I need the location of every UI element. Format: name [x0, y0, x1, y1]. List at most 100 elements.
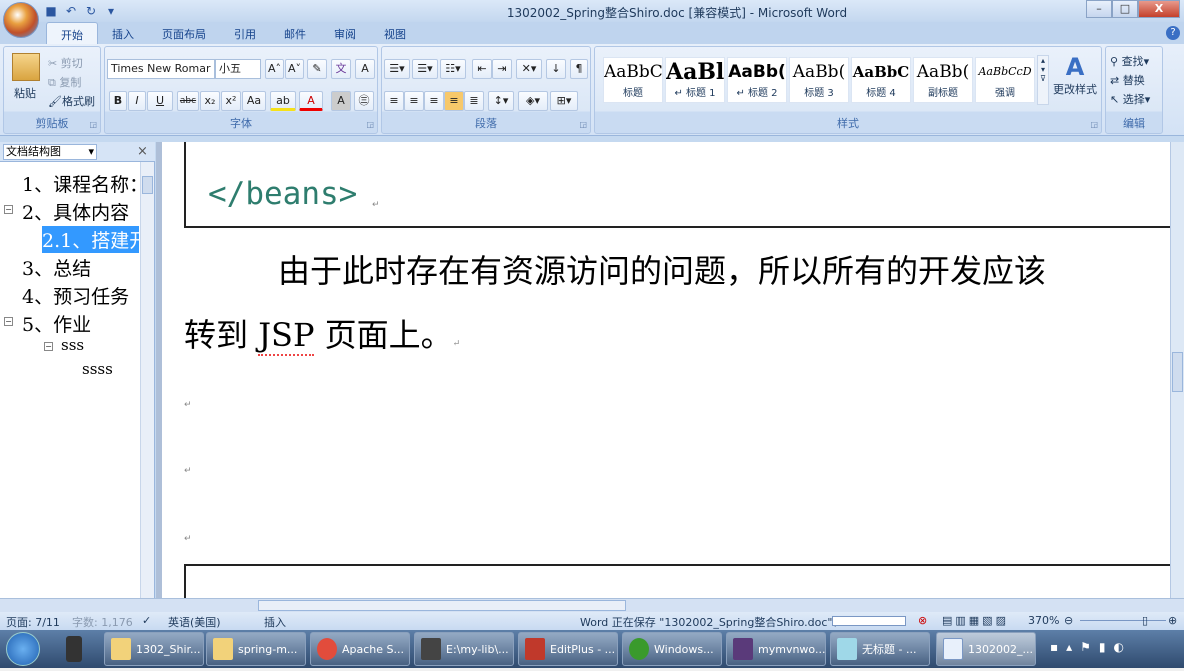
format-painter-button[interactable]: 🖌格式刷	[48, 93, 95, 109]
style-heading-4[interactable]: AaBbC 标题 4	[851, 57, 911, 103]
nav-item[interactable]: sss	[61, 336, 84, 354]
nav-item-selected[interactable]: 2.1、搭建开	[42, 226, 139, 253]
paste-icon[interactable]	[12, 53, 40, 81]
numbering-icon[interactable]: ☰▾	[412, 59, 438, 79]
close-pane-button[interactable]: ×	[137, 144, 148, 159]
decrease-indent-icon[interactable]: ⇤	[472, 59, 492, 79]
line-spacing-icon[interactable]: ↕▾	[488, 91, 514, 111]
select-button[interactable]: ↖ 选择▾	[1110, 91, 1150, 107]
phonetic-guide-icon[interactable]: 文	[331, 59, 351, 79]
document-map-select[interactable]: 文档结构图 ▾	[3, 144, 97, 160]
taskbar-item[interactable]: spring-m...	[206, 632, 306, 666]
style-title[interactable]: AaBbC 标题	[603, 57, 663, 103]
cut-button[interactable]: ✂ 剪切	[48, 55, 83, 71]
taskbar-item[interactable]: Windows...	[622, 632, 722, 666]
collapse-icon[interactable]: −	[4, 205, 13, 214]
dialog-launcher-icon[interactable]: ◲	[1090, 120, 1098, 129]
start-button[interactable]	[6, 632, 40, 666]
nav-item[interactable]: 3、总结	[22, 254, 91, 281]
copy-button[interactable]: ⧉ 复制	[48, 74, 81, 90]
align-center-icon[interactable]: ≡	[404, 91, 424, 111]
tab-page-layout[interactable]: 页面布局	[148, 22, 220, 44]
taskbar-item[interactable]: Apache S...	[310, 632, 410, 666]
style-subtitle[interactable]: AaBb(副标题	[913, 57, 973, 103]
tab-review[interactable]: 审阅	[320, 22, 370, 44]
dialog-launcher-icon[interactable]: ◲	[89, 120, 97, 129]
office-button[interactable]	[3, 2, 39, 38]
underline-button[interactable]: U	[147, 91, 173, 111]
language[interactable]: 英语(美国)	[168, 614, 221, 630]
document-page[interactable]: </beans> ↵ 由于此时存在有资源访问的问题，所以所有的开发应该 转到 J…	[162, 142, 1170, 598]
zoom-slider[interactable]	[1080, 620, 1166, 621]
asian-layout-icon[interactable]: ✕▾	[516, 59, 542, 79]
style-heading-2[interactable]: AaBb(↵ 标题 2	[727, 57, 787, 103]
clear-format-icon[interactable]: ✎	[307, 59, 327, 79]
nav-item[interactable]: 1、课程名称：	[22, 170, 148, 197]
tab-insert[interactable]: 插入	[98, 22, 148, 44]
style-heading-1[interactable]: AaBl ↵ 标题 1	[665, 57, 725, 103]
char-shading-button[interactable]: A	[331, 91, 351, 111]
change-styles-button[interactable]: A 更改样式	[1053, 53, 1097, 97]
collapse-icon[interactable]: −	[4, 317, 13, 326]
align-left-icon[interactable]: ≡	[384, 91, 404, 111]
font-size-select[interactable]: 小五	[215, 59, 261, 79]
taskbar-item[interactable]: E:\my-lib\...	[414, 632, 514, 666]
tab-view[interactable]: 视图	[370, 22, 420, 44]
font-name-select[interactable]: Times New Romar	[107, 59, 215, 79]
collapse-icon[interactable]: −	[44, 342, 53, 351]
align-right-icon[interactable]: ≡	[424, 91, 444, 111]
minimize-button[interactable]: –	[1086, 0, 1112, 18]
shading-icon[interactable]: ◈▾	[518, 91, 548, 111]
zoom-level[interactable]: 370%	[1028, 614, 1059, 627]
horizontal-scrollbar[interactable]	[0, 598, 1184, 612]
horizontal-scroll-thumb[interactable]	[258, 600, 626, 611]
borders-icon[interactable]: ⊞▾	[550, 91, 578, 111]
cancel-save-icon[interactable]: ⊗	[918, 614, 927, 627]
tab-mailings[interactable]: 邮件	[270, 22, 320, 44]
font-color-button[interactable]: A	[299, 91, 323, 111]
taskbar-item-active[interactable]: 1302002_...	[936, 632, 1036, 666]
nav-item[interactable]: ssss	[82, 360, 113, 378]
subscript-button[interactable]: x₂	[200, 91, 220, 111]
style-heading-3[interactable]: AaBb(标题 3	[789, 57, 849, 103]
show-marks-icon[interactable]: ¶	[570, 59, 588, 79]
nav-item[interactable]: 5、作业	[22, 310, 91, 337]
superscript-button[interactable]: x²	[221, 91, 241, 111]
nav-item[interactable]: 2、具体内容	[22, 198, 129, 225]
zoom-in-icon[interactable]: ⊕	[1168, 614, 1177, 627]
nav-scroll-thumb[interactable]	[142, 176, 153, 194]
zoom-slider-thumb[interactable]: ▯	[1142, 614, 1148, 627]
strikethrough-button[interactable]: abc	[177, 91, 199, 111]
bullets-icon[interactable]: ☰▾	[384, 59, 410, 79]
sort-icon[interactable]: ↓	[546, 59, 566, 79]
styles-scroll[interactable]: ▴ ▾ ⊽	[1037, 55, 1049, 105]
vertical-scrollbar[interactable]	[1170, 142, 1184, 598]
proofing-icon[interactable]: ✓	[142, 614, 151, 627]
distributed-icon[interactable]: ≣	[464, 91, 484, 111]
word-count[interactable]: 字数: 1,176	[72, 614, 133, 630]
find-button[interactable]: ⚲ 查找▾	[1110, 53, 1149, 69]
justify-icon[interactable]: ≡	[444, 91, 464, 111]
bold-button[interactable]: B	[109, 91, 127, 111]
tab-home[interactable]: 开始	[46, 22, 98, 44]
dialog-launcher-icon[interactable]: ◲	[579, 120, 587, 129]
page-count[interactable]: 页面: 7/11	[6, 614, 60, 630]
close-button[interactable]: X	[1138, 0, 1180, 18]
italic-button[interactable]: I	[128, 91, 146, 111]
highlight-icon[interactable]: ab	[270, 91, 296, 111]
increase-indent-icon[interactable]: ⇥	[492, 59, 512, 79]
char-border-icon[interactable]: A	[355, 59, 375, 79]
multilevel-list-icon[interactable]: ☷▾	[440, 59, 466, 79]
help-icon[interactable]: ?	[1166, 26, 1180, 40]
tab-references[interactable]: 引用	[220, 22, 270, 44]
nav-item[interactable]: 4、预习任务	[22, 282, 129, 309]
taskbar-item[interactable]: 无标题 - ...	[830, 632, 930, 666]
enclose-char-button[interactable]: ㊂	[354, 91, 374, 111]
taskbar-item[interactable]: EditPlus - ...	[518, 632, 618, 666]
vertical-scroll-thumb[interactable]	[1172, 352, 1183, 392]
view-buttons[interactable]: ▤▥▦▧▨	[942, 614, 1009, 627]
style-emphasis[interactable]: AaBbCcD 强调	[975, 57, 1035, 103]
taskbar-item[interactable]: 1302_Shir...	[104, 632, 204, 666]
nav-scrollbar[interactable]	[140, 162, 154, 598]
paste-button[interactable]: 粘贴	[14, 85, 36, 101]
